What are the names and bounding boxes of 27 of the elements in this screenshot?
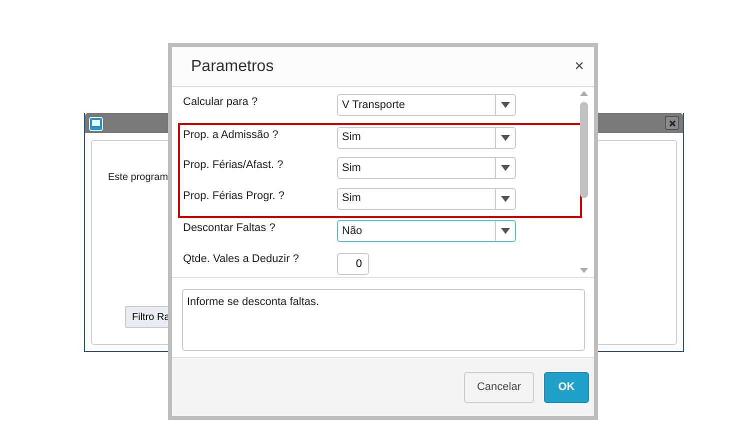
dropdown-field[interactable]: Sim <box>337 126 516 148</box>
field-label: Descontar Faltas ? <box>183 221 276 236</box>
field-label: Calcular para ? <box>183 95 259 110</box>
close-icon[interactable] <box>665 116 679 130</box>
caret-icon <box>501 228 510 234</box>
dropdown-field[interactable]: V Transporte <box>337 94 516 116</box>
app-icon <box>89 116 103 130</box>
cancel-button[interactable]: Cancelar <box>464 372 534 402</box>
scroll-up-icon[interactable] <box>580 90 588 96</box>
caret-icon <box>501 165 510 171</box>
scroll-down-icon[interactable] <box>580 268 588 274</box>
description-text: Este program <box>108 171 168 185</box>
number-field[interactable]: 0 <box>337 252 369 274</box>
dropdown-field[interactable]: Sim <box>337 157 516 179</box>
scroll-thumb[interactable] <box>580 102 588 198</box>
dropdown-field[interactable]: Sim <box>337 188 516 210</box>
caret-icon <box>501 196 510 202</box>
field-label: Prop. a Admissão ? <box>183 128 280 142</box>
field-label: Prop. Férias Progr. ? <box>183 188 286 204</box>
field-label: Qtde. Vales a Deduzir ? <box>183 252 300 266</box>
field-label: Prop. Férias/Afast. ? <box>183 158 284 173</box>
scrollbar[interactable] <box>578 90 590 274</box>
dropdown-field[interactable]: Não <box>337 220 516 242</box>
help-text-box: Informe se desconta faltas. <box>182 289 585 351</box>
dialog-title: Parametros <box>191 56 274 76</box>
caret-icon <box>501 102 510 108</box>
close-button[interactable]: × <box>574 58 584 74</box>
